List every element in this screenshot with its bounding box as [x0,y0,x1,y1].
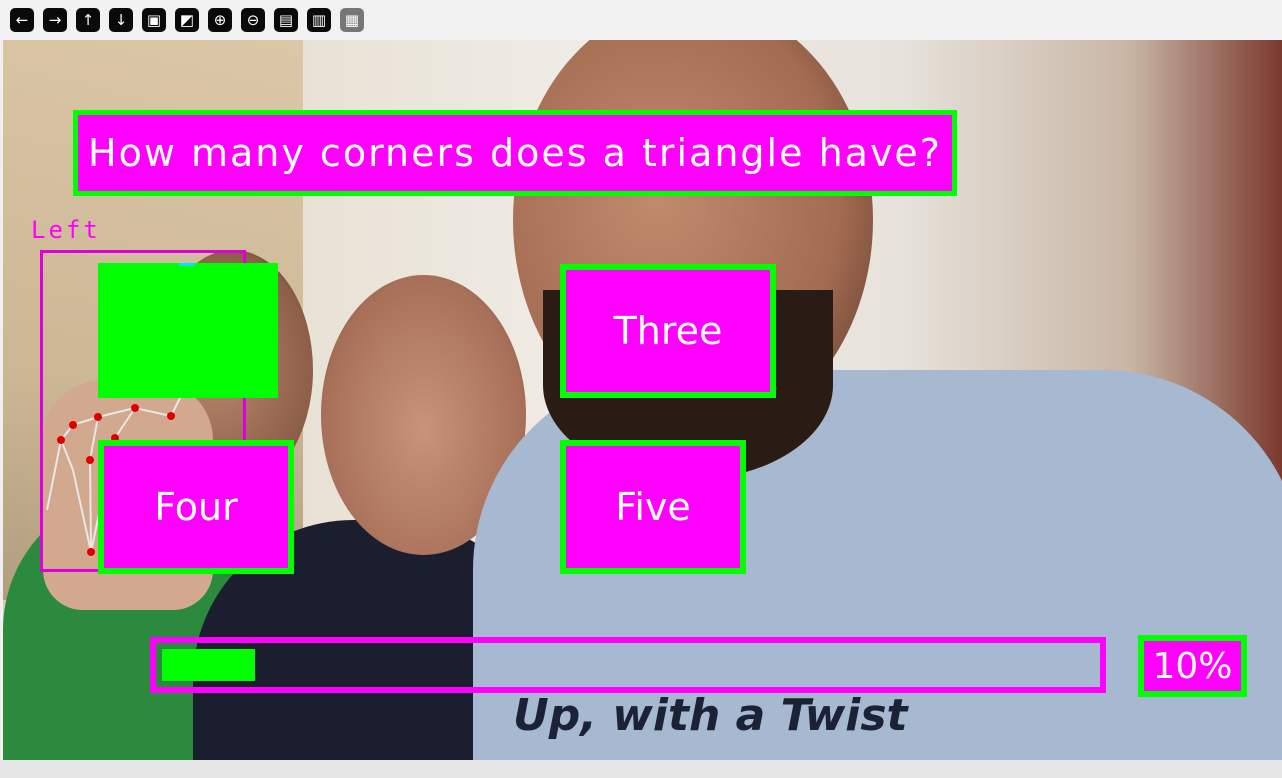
image-settings-icon[interactable]: ◩ [175,8,199,32]
progress-bar [150,637,1106,693]
camera-viewport: Up, with a Twist Left How many corners d… [3,40,1282,760]
clipboard-icon[interactable]: ▥ [307,8,331,32]
image-icon[interactable]: ▣ [142,8,166,32]
answer-option-five[interactable]: Five [560,440,746,574]
progress-fill [162,649,255,681]
arrow-left-icon[interactable]: ← [10,8,34,32]
status-bar [0,760,1282,778]
toolbar: ← → ↑ ↓ ▣ ◩ ⊕ ⊖ ▤ ▥ ▦ [0,0,1282,40]
save-icon[interactable]: ▤ [274,8,298,32]
answer-option-four[interactable]: Four [98,440,294,574]
answer-option-three[interactable]: Three [560,264,776,398]
cursor-indicator [98,263,278,398]
arrow-right-icon[interactable]: → [43,8,67,32]
zoom-in-icon[interactable]: ⊕ [208,8,232,32]
paint-brush-icon: ▦ [340,8,364,32]
shirt-print-text: Up, with a Twist [513,690,908,741]
question-box: How many corners does a triangle have? [73,110,957,196]
fingertip-marker [179,263,195,266]
progress-percent: 10% [1138,635,1247,697]
zoom-out-icon[interactable]: ⊖ [241,8,265,32]
arrow-up-icon[interactable]: ↑ [76,8,100,32]
arrow-down-icon[interactable]: ↓ [109,8,133,32]
hand-label: Left [31,216,101,244]
